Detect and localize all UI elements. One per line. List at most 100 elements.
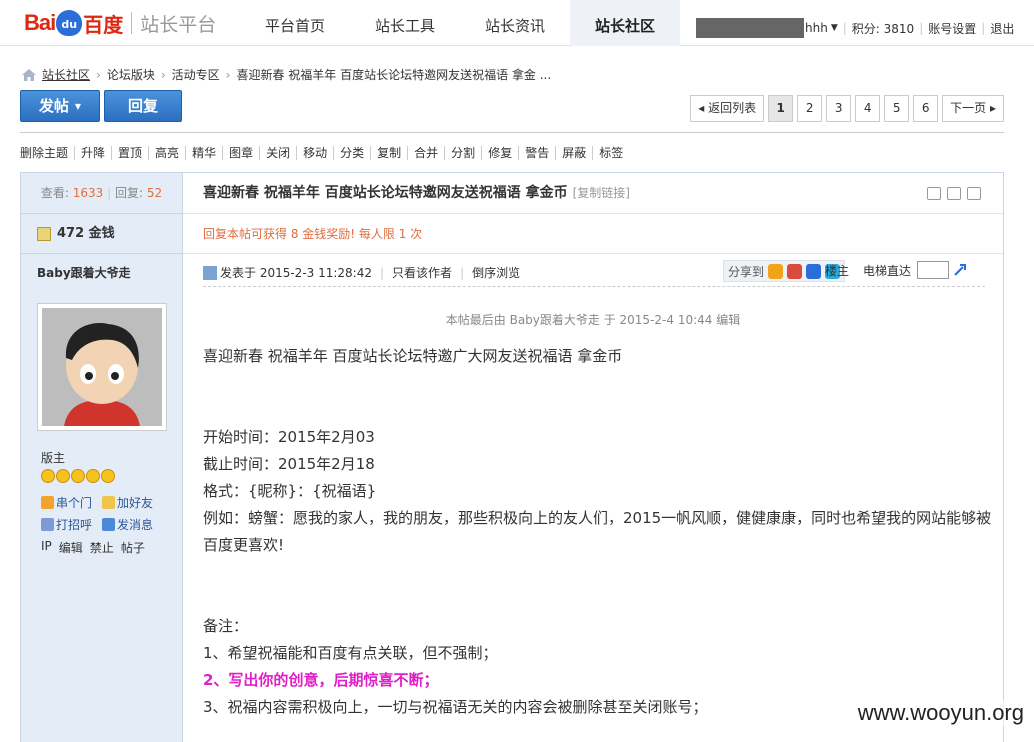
- add-friend-label: 加好友: [117, 495, 154, 510]
- qzone-share-icon[interactable]: [768, 263, 783, 279]
- account-settings-link[interactable]: 账号设置: [928, 20, 976, 37]
- back-to-list-button[interactable]: ◂ 返回列表: [690, 95, 765, 122]
- admin-edit[interactable]: 编辑: [59, 539, 83, 556]
- logout-link[interactable]: 退出: [990, 20, 1014, 37]
- weibo-share-icon[interactable]: [787, 263, 802, 279]
- replies-count: 52: [146, 186, 163, 200]
- home-icon[interactable]: [22, 68, 36, 81]
- logo-text-cn: 百度: [83, 12, 124, 37]
- home-icon: [41, 495, 54, 509]
- page-4[interactable]: 4: [855, 95, 881, 122]
- message-link[interactable]: 发消息: [102, 516, 153, 533]
- mod-category[interactable]: 分类: [333, 146, 370, 160]
- logo-text-bai: Bai: [24, 10, 56, 35]
- floor-label: 楼主: [824, 263, 849, 278]
- new-post-button[interactable]: 发帖 ▼: [20, 90, 100, 122]
- reply-button[interactable]: 回复: [104, 90, 182, 122]
- coin-icon: [37, 226, 51, 241]
- mod-merge[interactable]: 合并: [407, 146, 444, 160]
- mod-warn[interactable]: 警告: [518, 146, 555, 160]
- visit-link[interactable]: 串个门: [41, 494, 92, 511]
- mod-tag[interactable]: 标签: [592, 146, 629, 160]
- moon-icon: [86, 469, 100, 483]
- mod-stamp[interactable]: 图章: [222, 146, 259, 160]
- page-6[interactable]: 6: [913, 95, 939, 122]
- mod-close[interactable]: 关闭: [259, 146, 296, 160]
- chevron-down-icon: ▼: [74, 101, 82, 111]
- page-2[interactable]: 2: [797, 95, 823, 122]
- breadcrumb-forums[interactable]: 论坛版块: [107, 66, 155, 83]
- mod-digest[interactable]: 精华: [185, 146, 222, 160]
- mod-highlight[interactable]: 高亮: [148, 146, 185, 160]
- post-container: 查看: 1633 | 回复: 52 472 金钱 Baby跟着大爷走 版主 串个…: [20, 172, 1004, 742]
- share-label: 分享到: [727, 264, 764, 279]
- page-3[interactable]: 3: [826, 95, 852, 122]
- poke-link[interactable]: 打招呼: [41, 516, 92, 533]
- elevator-label: 电梯直达: [862, 263, 911, 278]
- logo-paw-icon: du: [56, 10, 83, 36]
- floor-tools: 楼主 电梯直达: [825, 261, 967, 279]
- page-5[interactable]: 5: [884, 95, 910, 122]
- chevron-down-icon[interactable]: ▼: [831, 23, 838, 33]
- add-friend-link[interactable]: 加好友: [102, 494, 153, 511]
- avatar-image: [42, 308, 162, 426]
- divider: |: [107, 186, 112, 200]
- floor-jump-input[interactable]: [917, 261, 949, 279]
- nav-tools[interactable]: 站长工具: [350, 0, 460, 46]
- mod-stick[interactable]: 置顶: [111, 146, 148, 160]
- top-header: Bai du 百度 站长平台 平台首页 站长工具 站长资讯 站长社区 hhh ▼…: [0, 0, 1034, 46]
- username-menu[interactable]: hhh: [805, 21, 828, 35]
- author-actions: 串个门 加好友 打招呼 发消息: [41, 491, 181, 535]
- baidu-share-icon[interactable]: [806, 263, 821, 279]
- breadcrumb-community[interactable]: 站长社区: [42, 66, 90, 83]
- mod-block[interactable]: 屏蔽: [555, 146, 592, 160]
- reply-reward-notice: 回复本帖可获得 8 金钱奖励! 每人限 1 次: [183, 214, 1003, 254]
- body-end-time: 截止时间：2015年2月18: [203, 455, 375, 473]
- toolbar-divider: [20, 132, 1004, 133]
- divider: |: [380, 265, 385, 280]
- next-page-button[interactable]: 下一页 ▸: [942, 95, 1004, 122]
- mod-copy[interactable]: 复制: [370, 146, 407, 160]
- mod-split[interactable]: 分割: [444, 146, 481, 160]
- smile-icon: [71, 469, 85, 483]
- print-icon[interactable]: [927, 187, 941, 200]
- mod-move[interactable]: 移动: [296, 146, 333, 160]
- nav-community[interactable]: 站长社区: [570, 0, 680, 46]
- main-nav: 平台首页 站长工具 站长资讯 站长社区: [240, 0, 680, 46]
- new-post-label: 发帖: [38, 97, 69, 115]
- divider: |: [981, 21, 986, 35]
- page-1[interactable]: 1: [768, 95, 794, 122]
- post-title: 喜迎新春 祝福羊年 百度站长论坛特邀网友送祝福语 拿金币: [203, 185, 568, 201]
- envelope-icon: [102, 517, 116, 531]
- nav-news[interactable]: 站长资讯: [460, 0, 570, 46]
- prev-thread-icon[interactable]: [947, 187, 961, 200]
- mod-repair[interactable]: 修复: [481, 146, 518, 160]
- reverse-order-link[interactable]: 倒序浏览: [472, 264, 520, 281]
- breadcrumb-events[interactable]: 活动专区: [172, 66, 220, 83]
- mod-delete[interactable]: 删除主题: [20, 146, 74, 160]
- views-label: 查看:: [40, 186, 69, 200]
- only-author-link[interactable]: 只看该作者: [392, 264, 452, 281]
- next-thread-icon[interactable]: [967, 187, 981, 200]
- copy-link-button[interactable]: [复制链接]: [573, 172, 630, 214]
- admin-ban[interactable]: 禁止: [90, 539, 114, 556]
- user-bar: hhh ▼ | 积分: 3810 | 账号设置 | 退出: [696, 18, 1014, 38]
- admin-ip[interactable]: IP: [41, 539, 52, 556]
- author-role: 版主: [41, 451, 66, 465]
- mod-bump[interactable]: 升降: [74, 146, 111, 160]
- nav-home[interactable]: 平台首页: [240, 0, 350, 46]
- body-note-2: 2、写出你的创意，后期惊喜不断；: [203, 671, 439, 689]
- avatar[interactable]: [37, 303, 167, 431]
- edit-note: 本帖最后由 Baby跟着大爷走 于 2015-2-4 10:44 编辑: [445, 313, 741, 327]
- admin-posts[interactable]: 帖子: [121, 539, 145, 556]
- gold-amount: 472 金钱: [57, 225, 115, 241]
- pagination: ◂ 返回列表 1 2 3 4 5 6 下一页 ▸: [686, 95, 1004, 122]
- author-name[interactable]: Baby跟着大爷走: [21, 254, 182, 292]
- jump-go-icon[interactable]: [953, 263, 967, 277]
- baidu-logo[interactable]: Bai du 百度 站长平台: [24, 5, 216, 41]
- watermark: www.wooyun.org: [857, 700, 1024, 726]
- breadcrumb-separator: ›: [160, 67, 166, 82]
